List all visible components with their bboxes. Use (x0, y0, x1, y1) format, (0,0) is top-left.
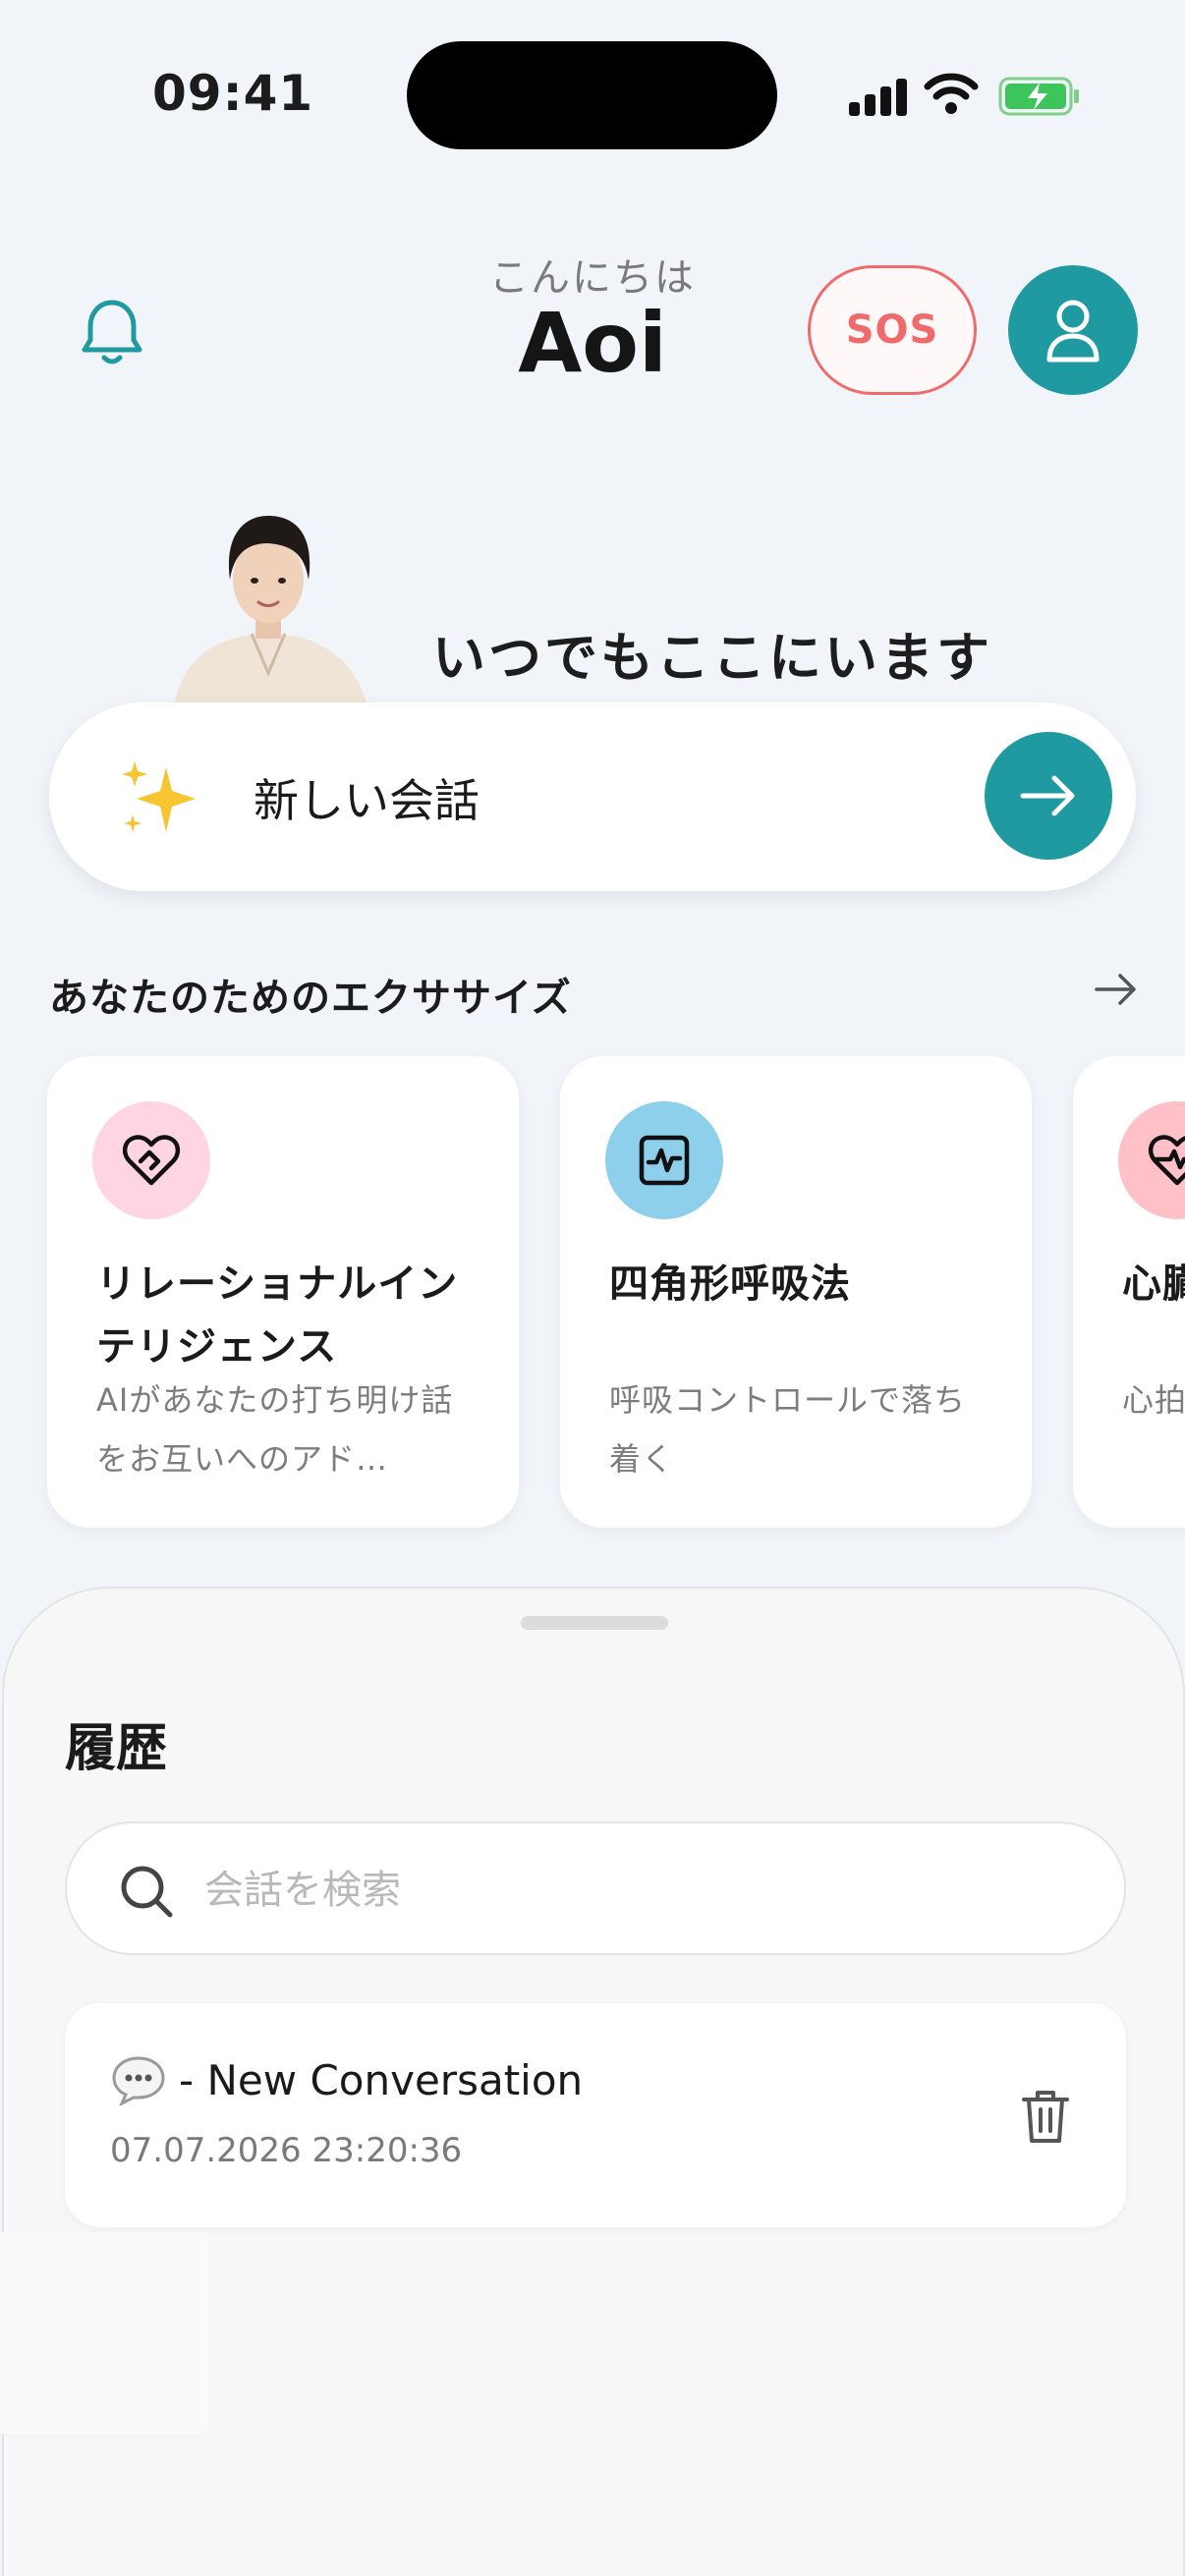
exercise-card-desc: 呼吸コントロールで落ち着く (609, 1381, 967, 1478)
sparkles-icon (122, 761, 196, 832)
hero-tagline: いつでもここにいます (432, 627, 992, 689)
card-icon-circle (92, 1101, 210, 1219)
history-search-box[interactable] (65, 1821, 1126, 1955)
history-title: 履歴 (65, 1719, 168, 1778)
conversation-title: - New Conversation (179, 2056, 584, 2104)
start-conversation-button[interactable] (985, 732, 1112, 860)
search-icon (121, 1866, 173, 1918)
conversation-date: 07.07.2026 23:20:36 (110, 2131, 463, 2170)
battery-charging-icon (998, 77, 1079, 116)
exercise-card-desc: AIがあなたの打ち明け話をお互いへのアド… (96, 1381, 454, 1478)
new-conversation-bar[interactable]: 新しい会話 (49, 702, 1136, 891)
exercise-card-desc: 心拍 (1122, 1381, 1185, 1419)
new-conversation-label: 新しい会話 (254, 774, 480, 827)
user-icon (1046, 300, 1100, 363)
wifi-icon (924, 73, 979, 114)
exercise-card-box-breathing[interactable]: 四角形呼吸法 呼吸コントロールで落ち着く (560, 1056, 1032, 1528)
cellular-signal-icon (849, 77, 908, 116)
exercise-card-title: 心臓 (1122, 1261, 1185, 1307)
exercise-card-heart[interactable]: 心臓 心拍 (1073, 1056, 1185, 1528)
exercises-section-title: あなたのためのエクササイズ (49, 976, 572, 1021)
heart-pulse-icon (1148, 1135, 1185, 1186)
see-all-arrow-icon[interactable] (1093, 968, 1140, 1011)
status-time: 09:41 (152, 65, 314, 122)
speech-bubble-icon (112, 2056, 165, 2105)
exercise-card-title: リレーショナルインテリジェンス (96, 1261, 459, 1370)
dynamic-island (407, 41, 777, 149)
trash-icon[interactable] (1014, 2084, 1077, 2147)
exercise-card-title: 四角形呼吸法 (609, 1261, 851, 1307)
card-icon-circle (605, 1101, 723, 1219)
sos-button[interactable]: SOS (808, 265, 977, 395)
heart-handshake-icon (122, 1135, 181, 1186)
conversation-list-item[interactable]: - New Conversation 07.07.2026 23:20:36 (65, 2003, 1126, 2227)
arrow-right-icon (1020, 775, 1075, 816)
app-screen: 09:41 こんにちは Aoi SOS いつでもここにいます 新しい会話 あなた… (0, 0, 1185, 2576)
exercise-card-relational-intelligence[interactable]: リレーショナルインテリジェンス AIがあなたの打ち明け話をお互いへのアド… (47, 1056, 519, 1528)
companion-avatar (175, 516, 367, 702)
blank-overlay (0, 2232, 208, 2434)
profile-button[interactable] (1008, 265, 1138, 395)
card-icon-circle (1118, 1101, 1185, 1219)
history-search-input[interactable] (204, 1853, 1069, 1928)
sheet-drag-handle[interactable] (521, 1616, 668, 1630)
user-name: Aoi (518, 295, 667, 391)
pulse-square-icon (639, 1135, 690, 1186)
